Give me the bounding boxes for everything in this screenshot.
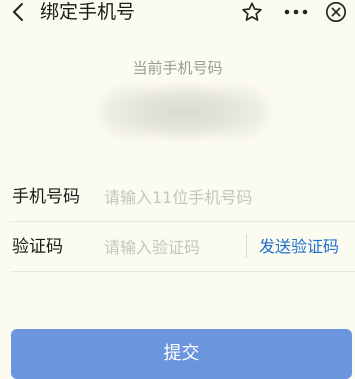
send-code-button[interactable]: 发送验证码	[259, 222, 339, 272]
phone-input[interactable]	[104, 182, 344, 212]
page-title: 绑定手机号	[40, 1, 136, 23]
code-label: 验证码	[12, 237, 63, 257]
chevron-left-icon	[13, 3, 23, 21]
submit-button[interactable]: 提交	[11, 329, 352, 379]
more-dots-icon	[284, 9, 308, 15]
back-button[interactable]	[8, 1, 28, 23]
vertical-divider	[246, 234, 247, 258]
close-button[interactable]	[325, 1, 347, 23]
phone-label: 手机号码	[12, 187, 80, 207]
star-icon	[242, 2, 262, 21]
nav-bar: 绑定手机号	[0, 0, 355, 26]
code-input[interactable]	[104, 232, 284, 262]
phone-row: 手机号码	[0, 172, 355, 222]
more-button[interactable]	[283, 3, 309, 21]
close-circle-icon	[326, 2, 346, 22]
favorite-button[interactable]	[241, 1, 263, 23]
current-phone-masked	[100, 86, 268, 138]
current-phone-label: 当前手机号码	[132, 59, 223, 77]
divider	[10, 271, 355, 272]
code-row: 验证码 发送验证码	[0, 222, 355, 272]
